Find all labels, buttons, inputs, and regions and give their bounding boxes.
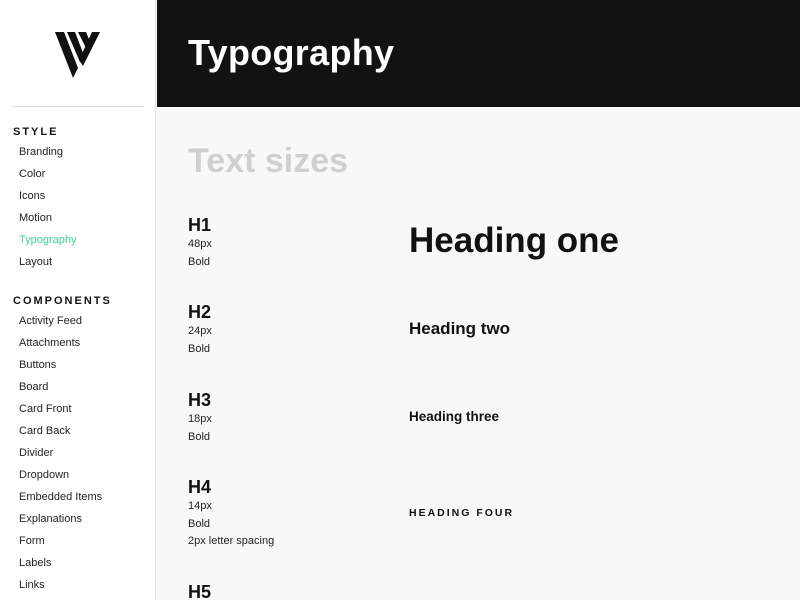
- sidebar-item-typography[interactable]: Typography: [0, 229, 155, 251]
- spec-weight: Bold: [188, 517, 211, 530]
- sidebar-item-links[interactable]: Links: [0, 574, 155, 596]
- spec-h2: H2 24px Bold: [188, 301, 388, 358]
- nav-heading-components: COMPONENTS: [13, 295, 112, 307]
- spec-weight: Bold: [188, 342, 211, 355]
- spec-label: H4: [188, 477, 212, 497]
- spec-label: H3: [188, 390, 212, 410]
- sidebar-item-motion[interactable]: Motion: [0, 207, 155, 229]
- nav-heading-style: STYLE: [13, 126, 59, 138]
- sidebar-item-dropdown[interactable]: Dropdown: [0, 464, 155, 486]
- nav-section-style: STYLE Branding Color Icons Motion Typogr…: [0, 123, 155, 273]
- page-header: Typography: [157, 0, 800, 107]
- sidebar-item-layout[interactable]: Layout: [0, 251, 155, 273]
- spec-label: H1: [188, 215, 212, 235]
- main-content: Text sizes H1 48px Bold Heading one H2 2…: [157, 107, 800, 600]
- page-title: Typography: [188, 32, 395, 73]
- logo-divider: [12, 106, 144, 107]
- sidebar-item-buttons[interactable]: Buttons: [0, 354, 155, 376]
- sample-heading-three: Heading three: [409, 409, 500, 424]
- sidebar-item-branding[interactable]: Branding: [0, 141, 155, 163]
- sidebar-item-activity-feed[interactable]: Activity Feed: [0, 310, 155, 332]
- sidebar-item-board[interactable]: Board: [0, 376, 155, 398]
- sidebar-item-card-front[interactable]: Card Front: [0, 398, 155, 420]
- spec-letter-spacing: 2px letter spacing: [188, 535, 275, 547]
- spec-h4: H4 14px Bold 2px letter spacing: [188, 476, 388, 551]
- sidebar-item-card-back[interactable]: Card Back: [0, 420, 155, 442]
- section-title: Text sizes: [188, 142, 349, 180]
- sidebar-item-labels[interactable]: Labels: [0, 552, 155, 574]
- spec-label: H2: [188, 302, 212, 322]
- sample-heading-one: Heading one: [409, 221, 620, 260]
- sidebar: STYLE Branding Color Icons Motion Typogr…: [0, 0, 156, 600]
- sample-heading-two: Heading two: [409, 319, 511, 338]
- spec-weight: Bold: [188, 255, 211, 268]
- sidebar-item-embedded-items[interactable]: Embedded Items: [0, 486, 155, 508]
- spec-label: H5: [188, 582, 212, 600]
- spec-size: 18px: [188, 413, 212, 425]
- spec-size: 24px: [188, 325, 212, 337]
- sample-heading-four: Heading four: [409, 507, 515, 519]
- sidebar-item-color[interactable]: Color: [0, 163, 155, 185]
- spec-h1: H1 48px Bold: [188, 214, 388, 271]
- nav-section-components: COMPONENTS Activity Feed Attachments But…: [0, 292, 155, 596]
- spec-size: 48px: [188, 238, 212, 250]
- spec-size: 14px: [188, 500, 212, 512]
- sidebar-item-form[interactable]: Form: [0, 530, 155, 552]
- sidebar-item-icons[interactable]: Icons: [0, 185, 155, 207]
- brand-logo-icon[interactable]: [53, 30, 103, 80]
- spec-h3: H3 18px Bold: [188, 389, 388, 446]
- sidebar-item-divider[interactable]: Divider: [0, 442, 155, 464]
- spec-weight: Bold: [188, 430, 211, 443]
- sidebar-item-explanations[interactable]: Explanations: [0, 508, 155, 530]
- sidebar-item-attachments[interactable]: Attachments: [0, 332, 155, 354]
- spec-h5: H5: [188, 581, 388, 600]
